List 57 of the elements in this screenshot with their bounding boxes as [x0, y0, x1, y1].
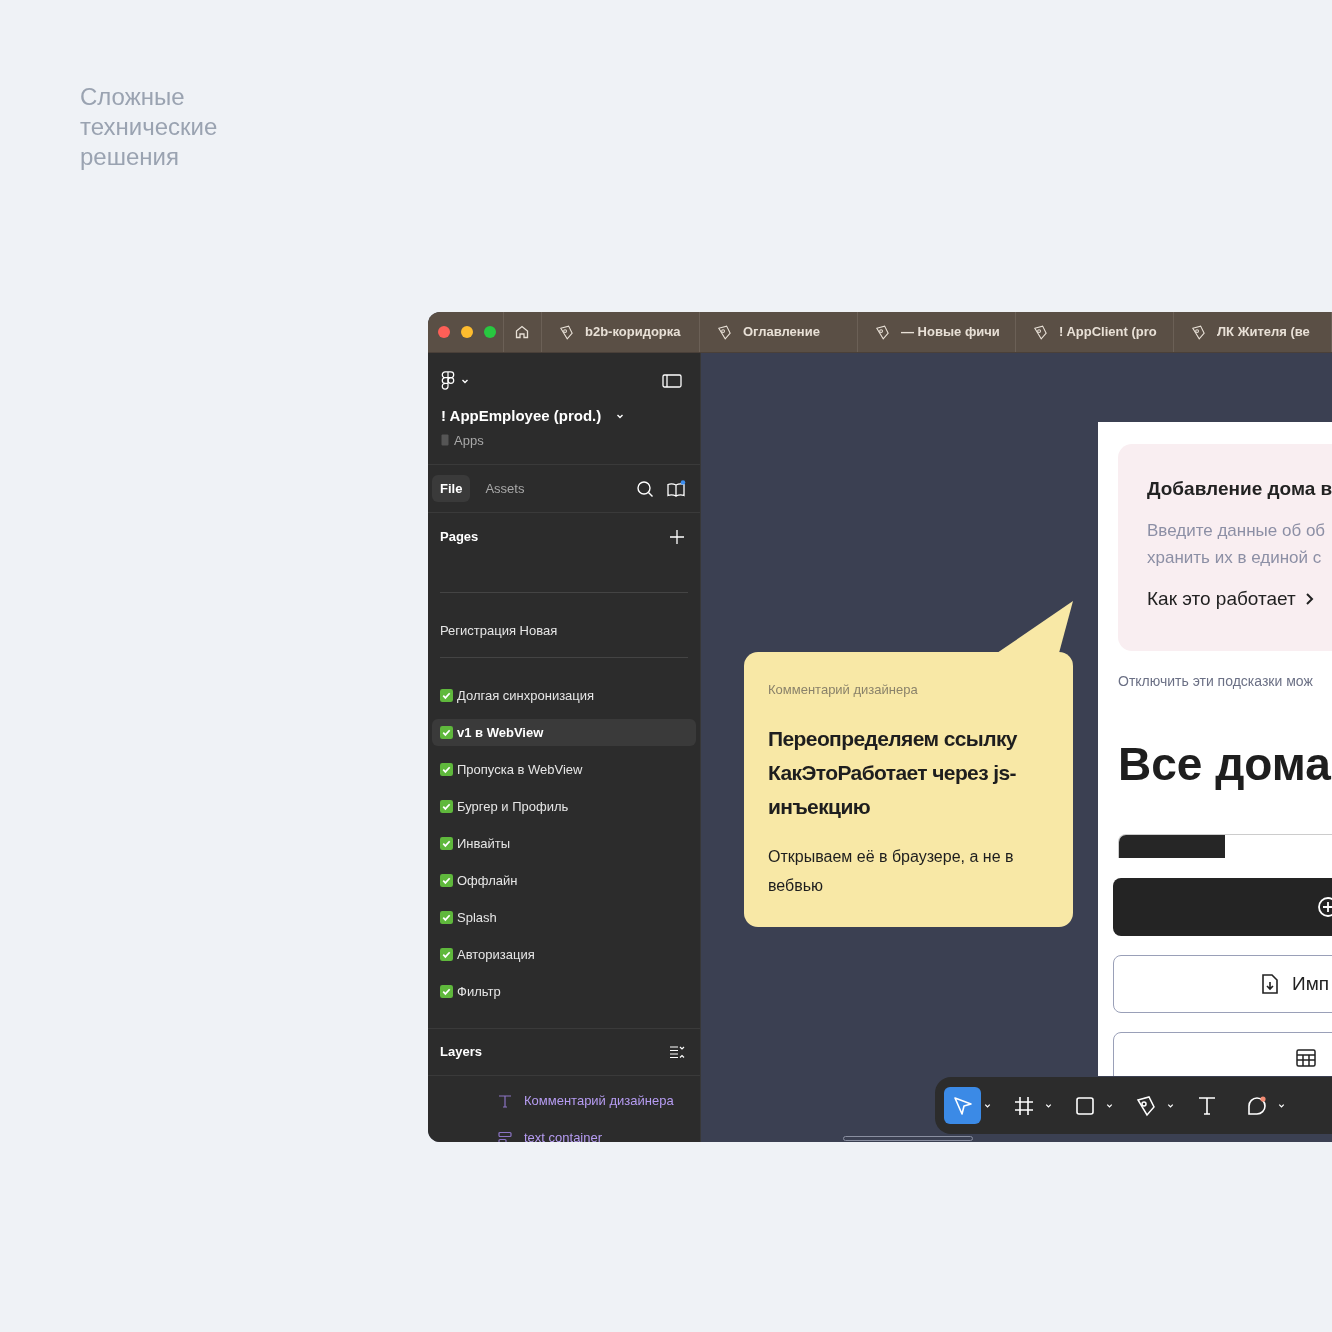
page-item[interactable]: Бургер и Профиль: [432, 793, 696, 820]
table-icon: [1296, 1049, 1316, 1067]
hint-footer: Отключить эти подсказки мож: [1118, 671, 1332, 692]
hint-title: Добавление дома в: [1147, 477, 1332, 501]
layer-item[interactable]: text container: [428, 1119, 700, 1142]
page-item[interactable]: Фильтр: [432, 978, 696, 1005]
layout-icon: [498, 1130, 512, 1142]
caret-icon[interactable]: [1044, 1101, 1053, 1110]
text-icon: [498, 1093, 512, 1108]
phone-icon: [441, 434, 449, 447]
import-button[interactable]: Имп: [1113, 955, 1332, 1013]
panel-tab[interactable]: Assets: [477, 475, 533, 502]
document-tab[interactable]: ЛК Жителя (ве: [1174, 312, 1332, 352]
caret-icon[interactable]: [1277, 1101, 1286, 1110]
document-tab[interactable]: — Новые фичи: [858, 312, 1016, 352]
layers-heading: Layers: [440, 1043, 482, 1062]
caret-icon[interactable]: [1166, 1101, 1175, 1110]
panel-tab[interactable]: File: [432, 475, 471, 502]
pages-heading: Pages: [440, 527, 479, 546]
document-tab[interactable]: b2b-коридорка: [542, 312, 700, 352]
pen-nib-icon: [1032, 323, 1049, 341]
page-item[interactable]: Splash: [432, 904, 696, 931]
page-item[interactable]: Регистрация Новая: [432, 617, 696, 644]
page-item[interactable]: Авторизация: [432, 941, 696, 968]
file-title: ! AppEmployee (prod.): [441, 406, 602, 426]
how-it-works-link[interactable]: Как это работает: [1147, 584, 1332, 613]
pointer-tool[interactable]: [944, 1087, 981, 1124]
sidebar-toggle-icon[interactable]: [662, 372, 682, 389]
page-item[interactable]: v1 в WebView: [432, 719, 696, 746]
chevron-right-icon: [1303, 591, 1314, 606]
collapse-list-icon[interactable]: [669, 1045, 685, 1059]
pen-nib-icon: [874, 323, 891, 341]
pen-nib-icon: [716, 323, 733, 341]
caret-icon[interactable]: [1105, 1101, 1114, 1110]
comment-label: Комментарий дизайнера: [768, 681, 919, 699]
caret-icon[interactable]: [983, 1101, 992, 1110]
document-tab[interactable]: ! AppClient (pro: [1016, 312, 1174, 352]
book-icon[interactable]: [666, 479, 686, 498]
plus-icon[interactable]: [669, 528, 685, 545]
hint-text: Введите данные об об хранить их в единой с: [1147, 519, 1327, 569]
file-download-icon: [1260, 973, 1280, 995]
figma-logo-icon[interactable]: [441, 371, 455, 390]
page-item[interactable]: Пропуска в WebView: [432, 756, 696, 783]
comment-body: Открываем её в браузере, а не в вебвью: [768, 846, 1015, 896]
project-name[interactable]: Apps: [454, 430, 484, 450]
document-tab[interactable]: Оглавление: [700, 312, 858, 352]
pen-nib-icon: [558, 323, 575, 341]
comment-title: Переопределяем ссылку КакЭтоРаботает через js-инъекцию: [768, 725, 1018, 820]
search-icon[interactable]: [636, 479, 654, 498]
pen-nib-icon: [1190, 323, 1207, 341]
page-heading: Сложные технические решения: [80, 82, 219, 172]
page-item[interactable]: Долгая синхронизация: [432, 682, 696, 709]
layer-item[interactable]: Комментарий дизайнера: [428, 1082, 700, 1119]
page-title: Все дома: [1118, 737, 1332, 792]
page-item[interactable]: Оффлайн: [432, 867, 696, 894]
page-item[interactable]: Инвайты: [432, 830, 696, 857]
home-icon: [514, 324, 531, 340]
